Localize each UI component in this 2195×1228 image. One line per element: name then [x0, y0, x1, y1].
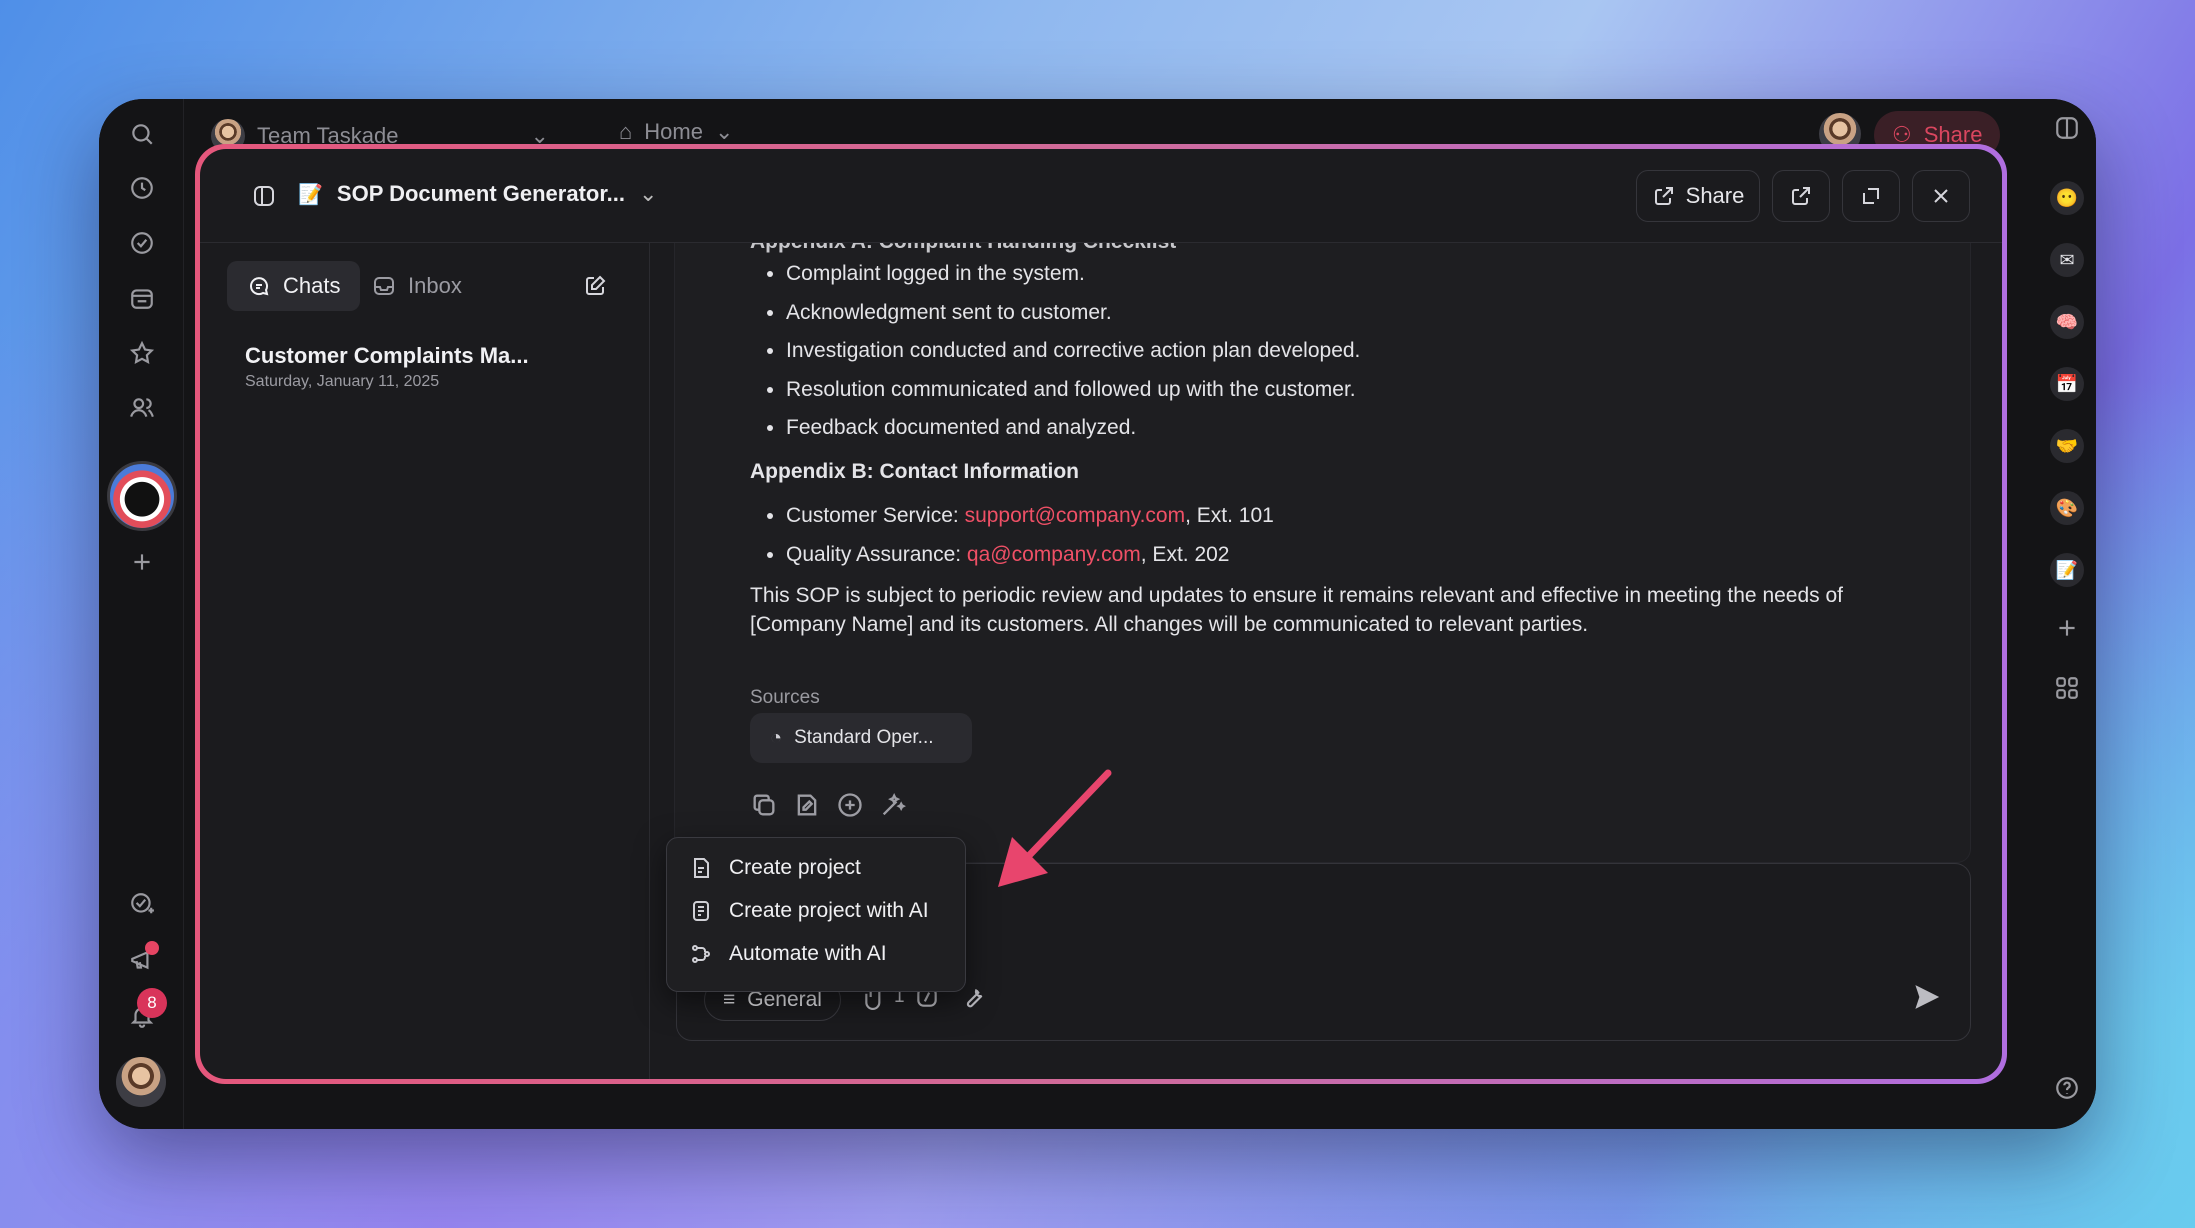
menu-item-label: Automate with AI — [729, 942, 887, 965]
edit-note-icon[interactable] — [793, 791, 821, 819]
people-icon[interactable] — [127, 393, 157, 423]
compose-icon — [586, 275, 606, 295]
bullet — [767, 348, 773, 354]
ai-document-icon — [693, 901, 709, 921]
menu-item-create-project-ai[interactable]: Create project with AI — [689, 899, 929, 923]
contact-ext: , Ext. 202 — [1140, 543, 1230, 566]
automation-icon — [692, 945, 710, 963]
bullet — [767, 513, 773, 519]
checklist-item: Acknowledgment sent to customer. — [786, 301, 1112, 324]
chat-message: Appendix A: Complaint Handling Checklist… — [674, 243, 1971, 863]
sources-label: Sources — [750, 687, 820, 708]
sidebar-toggle-button[interactable] — [242, 170, 286, 222]
agent-avatar-icon[interactable]: 😶 — [2050, 181, 2084, 215]
source-chip-label: Standard Oper... — [794, 727, 934, 748]
home-nav[interactable]: ⌂ Home ⌄ — [619, 119, 733, 145]
open-external-button[interactable] — [1772, 170, 1830, 222]
home-icon: ⌂ — [619, 119, 633, 144]
notification-badge: 8 — [137, 988, 167, 1018]
contact-ext: , Ext. 101 — [1185, 504, 1274, 527]
panel-icon[interactable] — [2052, 113, 2082, 143]
chat-bubble-icon — [249, 277, 269, 296]
chevron-down-icon: ⌄ — [639, 181, 658, 206]
menu-item-label: Create project with AI — [729, 899, 929, 922]
check-add-icon[interactable] — [127, 889, 157, 919]
annotation-arrow — [998, 769, 1112, 887]
copy-icon[interactable] — [750, 791, 778, 819]
menu-item-label: Create project — [729, 856, 861, 879]
checklist-item: Complaint logged in the system. — [786, 262, 1085, 285]
chevron-down-icon: ⌄ — [714, 119, 734, 144]
action-menu: Create project Create project with AI Au… — [666, 837, 966, 992]
user-avatar[interactable] — [116, 1057, 166, 1107]
bullet — [767, 271, 773, 277]
wrench-icon[interactable] — [961, 984, 987, 1010]
memo-icon[interactable]: 📝 — [2050, 553, 2084, 587]
bullet — [767, 425, 773, 431]
bullet — [767, 387, 773, 393]
checklist-item: Investigation conducted and corrective a… — [786, 339, 1361, 362]
share-icon — [1654, 187, 1673, 205]
email-link[interactable]: qa@company.com — [967, 543, 1141, 566]
grid-icon[interactable] — [2052, 673, 2082, 703]
left-rail: 8 — [99, 99, 184, 1129]
modal-title[interactable]: 📝 SOP Document Generator... ⌄ — [298, 181, 657, 207]
checklist-item: Resolution communicated and followed up … — [786, 378, 1356, 401]
workspace-avatar[interactable] — [107, 461, 177, 531]
announcement-dot — [145, 941, 159, 955]
calendar-app-icon[interactable]: 📅 — [2050, 367, 2084, 401]
contact-label: Quality Assurance: — [786, 543, 967, 566]
right-rail: 😶 ✉ 🧠 📅 🤝 🎨 📝 — [2036, 99, 2096, 1129]
search-icon[interactable] — [127, 119, 157, 149]
source-chip[interactable]: ◔ Standard Oper... — [750, 713, 972, 763]
palette-icon[interactable]: 🎨 — [2050, 491, 2084, 525]
contact-label: Customer Service: — [786, 504, 965, 527]
plus-icon[interactable] — [127, 547, 157, 577]
email-link[interactable]: support@company.com — [965, 504, 1186, 527]
tab-inbox[interactable]: Inbox — [352, 261, 482, 311]
modal-title-text: SOP Document Generator... — [336, 181, 626, 206]
brain-icon[interactable]: 🧠 — [2050, 305, 2084, 339]
help-icon[interactable] — [2052, 1073, 2082, 1103]
calendar-icon[interactable] — [127, 283, 157, 313]
chat-sidebar: Chats Inbox Customer Complaints Ma... Sa… — [200, 243, 650, 1079]
menu-item-automate-ai[interactable]: Automate with AI — [689, 942, 887, 966]
mail-icon[interactable]: ✉ — [2050, 243, 2084, 277]
tab-label: Chats — [283, 273, 341, 298]
tab-label: Inbox — [408, 273, 462, 298]
handshake-icon[interactable]: 🤝 — [2050, 429, 2084, 463]
clock-icon[interactable] — [127, 173, 157, 203]
inbox-icon — [374, 277, 394, 295]
contact-item: Quality Assurance: qa@company.com, Ext. … — [786, 540, 1229, 569]
checklist-item: Feedback documented and analyzed. — [786, 416, 1137, 439]
document-icon — [694, 858, 709, 878]
memo-icon: 📝 — [298, 183, 323, 206]
appendix-b-heading: Appendix B: Contact Information — [750, 460, 1079, 483]
plus-icon[interactable] — [2052, 613, 2082, 643]
closing-text-line: This SOP is subject to periodic review a… — [750, 584, 1844, 607]
share-label: Share — [1685, 183, 1745, 208]
menu-item-create-project[interactable]: Create project — [689, 856, 861, 880]
bullet — [767, 310, 773, 316]
add-circle-icon[interactable] — [836, 791, 864, 819]
check-circle-icon[interactable] — [127, 228, 157, 258]
share-button[interactable]: Share — [1636, 170, 1760, 222]
new-chat-button[interactable] — [570, 261, 620, 311]
send-icon[interactable] — [1914, 984, 1940, 1010]
star-icon[interactable] — [127, 338, 157, 368]
magic-wand-icon[interactable] — [879, 791, 907, 819]
bullet — [767, 552, 773, 558]
chat-title: Customer Complaints Ma... — [245, 343, 529, 368]
closing-text-line: [Company Name] and its customers. All ch… — [750, 613, 1589, 636]
close-button[interactable] — [1912, 170, 1970, 222]
home-label: Home — [644, 119, 703, 144]
contact-item: Customer Service: support@company.com, E… — [786, 501, 1274, 530]
modal-header: 📝 SOP Document Generator... ⌄ Share — [200, 149, 2002, 243]
pie-chart-icon: ◔ — [770, 726, 783, 749]
chat-date: Saturday, January 11, 2025 — [245, 373, 440, 390]
expand-button[interactable] — [1842, 170, 1900, 222]
tab-chats[interactable]: Chats — [227, 261, 361, 311]
